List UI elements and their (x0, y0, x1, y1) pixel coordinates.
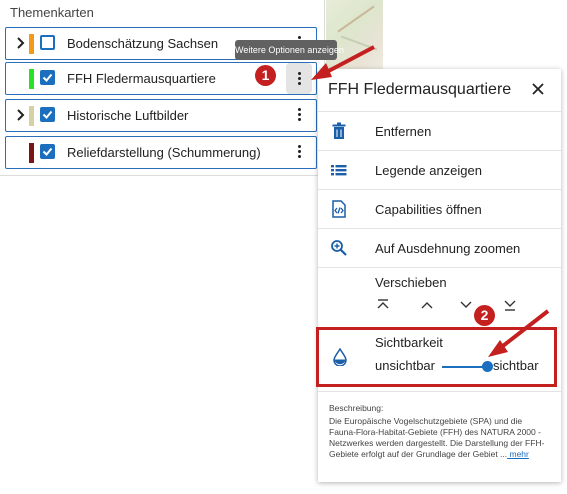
chevron-right-icon[interactable] (14, 36, 28, 50)
move-top-icon[interactable] (375, 298, 391, 312)
menu-item-label: Legende anzeigen (375, 163, 482, 178)
layer-color-swatch (29, 106, 34, 126)
move-bottom-icon[interactable] (502, 298, 518, 312)
move-title: Verschieben (375, 275, 447, 290)
layer-label: Historische Luftbilder (67, 108, 189, 123)
more-options-tooltip: Weitere Optionen anzeigen (235, 40, 344, 60)
layer-options-menu: FFH Fledermausquartiere Entfernen Legend… (318, 69, 561, 482)
more-options-icon[interactable] (292, 143, 306, 163)
layer-label: Reliefdarstellung (Schummerung) (67, 145, 261, 160)
more-link[interactable]: mehr (507, 449, 529, 459)
layer-color-swatch (29, 69, 34, 89)
step-badge-1: 1 (255, 65, 276, 86)
layer-visibility-checkbox[interactable] (40, 107, 55, 122)
menu-title: FFH Fledermausquartiere (328, 81, 512, 98)
layer-visibility-checkbox[interactable] (40, 35, 55, 50)
trash-icon (332, 122, 346, 139)
step-badge-2: 2 (474, 305, 495, 326)
panel-title: Themenkarten (10, 5, 94, 20)
menu-item-legend[interactable]: Legende anzeigen (318, 150, 561, 189)
layer-row-reliefdarstellung[interactable]: Reliefdarstellung (Schummerung) (5, 136, 317, 169)
menu-item-label: Entfernen (375, 124, 432, 139)
code-file-icon (332, 200, 346, 218)
menu-item-capabilities[interactable]: Capabilities öffnen (318, 189, 561, 228)
app-root: Themenkarten Bodenschätzung Sachsen FFH … (0, 0, 567, 494)
move-down-icon[interactable] (458, 298, 474, 312)
list-icon (331, 165, 347, 176)
more-options-icon[interactable] (292, 106, 306, 126)
chevron-right-icon[interactable] (14, 108, 28, 122)
layer-color-swatch (29, 34, 34, 54)
menu-item-remove[interactable]: Entfernen (318, 111, 561, 150)
move-up-icon[interactable] (419, 298, 435, 312)
close-icon[interactable] (531, 82, 545, 96)
menu-item-label: Auf Ausdehnung zoomen (375, 241, 521, 256)
highlight-box (316, 327, 557, 387)
layer-label: FFH Fledermausquartiere (67, 71, 216, 86)
divider (318, 391, 561, 392)
theme-maps-panel: Themenkarten Bodenschätzung Sachsen FFH … (0, 0, 325, 176)
menu-item-zoom-to-extent[interactable]: Auf Ausdehnung zoomen (318, 228, 561, 267)
layer-visibility-checkbox[interactable] (40, 70, 55, 85)
layer-color-swatch (29, 143, 34, 163)
layer-row-historische-luftbilder[interactable]: Historische Luftbilder (5, 99, 317, 132)
more-options-icon[interactable] (286, 63, 312, 94)
zoom-in-icon (331, 240, 347, 256)
description-text: Die Europäische Vogelschutzgebiete (SPA)… (329, 416, 551, 460)
layer-label: Bodenschätzung Sachsen (67, 36, 219, 51)
menu-item-label: Capabilities öffnen (375, 202, 482, 217)
layer-visibility-checkbox[interactable] (40, 144, 55, 159)
description-heading: Beschreibung: (329, 403, 384, 413)
